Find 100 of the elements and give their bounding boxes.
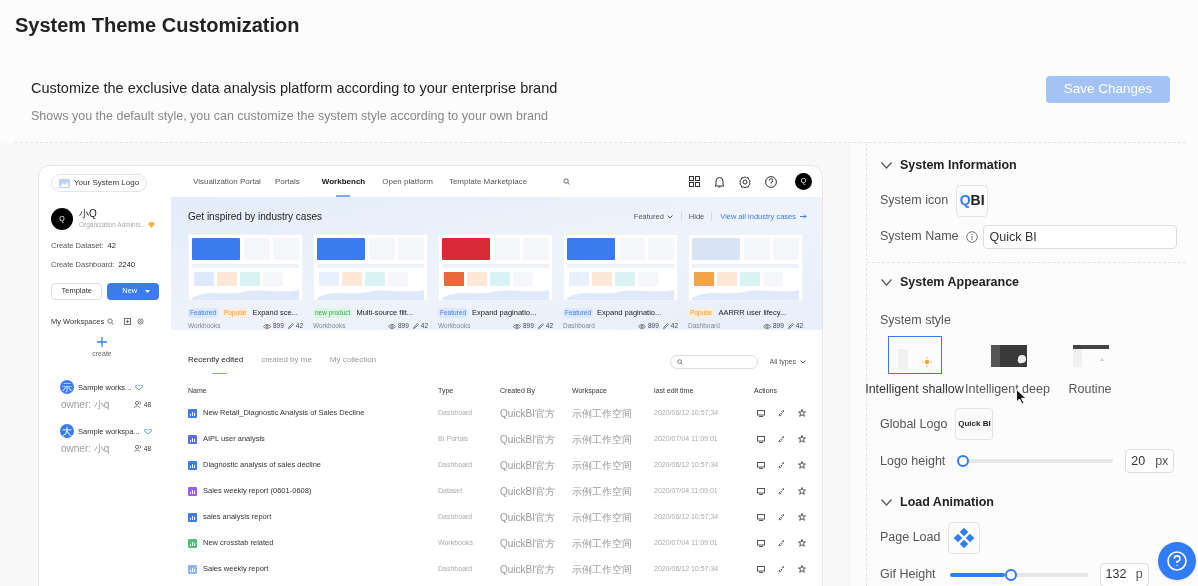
link-icon[interactable] xyxy=(778,409,785,417)
user-name: 小Q xyxy=(79,208,98,221)
pencil-icon xyxy=(412,323,419,330)
monitor-icon[interactable] xyxy=(757,461,765,469)
nav-tab[interactable]: Portals xyxy=(274,166,300,197)
star-icon[interactable] xyxy=(798,513,806,521)
logo-preview[interactable]: Quick BI xyxy=(955,408,994,440)
monitor-icon[interactable] xyxy=(757,435,765,443)
monitor-icon[interactable] xyxy=(757,565,765,573)
link-icon[interactable] xyxy=(778,461,785,469)
eye-icon xyxy=(512,323,521,329)
table-cell-text: QuickBI官方 xyxy=(500,432,556,447)
field-label: System style xyxy=(880,312,951,327)
chevron-down-icon[interactable] xyxy=(881,498,892,506)
pencil-icon xyxy=(787,323,794,330)
monitor-icon[interactable] xyxy=(757,487,765,495)
search-icon[interactable] xyxy=(563,178,571,185)
search-icon[interactable] xyxy=(107,317,115,325)
badge-icon xyxy=(147,222,155,228)
style-label[interactable]: Routine xyxy=(1068,380,1112,399)
star-icon[interactable] xyxy=(798,435,806,443)
slider[interactable] xyxy=(957,455,1114,467)
star-icon[interactable] xyxy=(798,539,806,547)
banner-title: Get inspired by industry cases xyxy=(188,210,322,224)
field-label: Global Logo xyxy=(880,415,948,433)
star-icon[interactable] xyxy=(798,565,806,573)
style-label[interactable]: Intelligent deep xyxy=(965,380,1050,399)
pencil-icon xyxy=(287,323,294,330)
field-label: System icon xyxy=(880,192,949,210)
system-icon-preview[interactable]: QBI xyxy=(956,184,989,217)
description: Shows you the default style, you can customize the system style according to your own brand xyxy=(31,107,548,125)
help-icon xyxy=(1167,551,1187,571)
eye-icon xyxy=(637,323,646,329)
help-button[interactable] xyxy=(1158,542,1196,580)
table-cell-text: 示例工作空间 xyxy=(572,458,633,473)
caret-icon xyxy=(145,289,151,293)
chevron-down-icon xyxy=(800,360,806,364)
arrow-right-icon xyxy=(800,214,807,219)
slider[interactable] xyxy=(949,568,1088,581)
section-title[interactable]: System Appearance xyxy=(900,272,1020,292)
field-label: Page Load xyxy=(880,529,941,547)
eye-icon xyxy=(387,323,396,329)
subtitle: Customize the exclusive data analysis platform according to your enterprise brand xyxy=(31,79,558,98)
link-icon[interactable] xyxy=(778,539,785,547)
pencil-icon xyxy=(537,323,544,330)
section-title[interactable]: Load Animation xyxy=(900,493,994,512)
link-icon[interactable] xyxy=(778,513,785,521)
table-cell-text: QuickBI官方 xyxy=(500,536,556,551)
loader-icon xyxy=(954,527,975,548)
link-icon[interactable] xyxy=(778,435,785,443)
workspace-avatar: 大 xyxy=(60,424,74,439)
monitor-icon[interactable] xyxy=(757,539,765,547)
star-icon[interactable] xyxy=(798,487,806,495)
help-icon[interactable] xyxy=(765,175,777,188)
monitor-icon[interactable] xyxy=(757,513,765,521)
section-title[interactable]: System Information xyxy=(900,156,1017,175)
grid-icon[interactable] xyxy=(689,176,700,187)
style-label[interactable]: Intelligent shallow xyxy=(865,380,964,399)
settings-icon[interactable] xyxy=(739,175,751,188)
table-cell-text: 示例工作空间 xyxy=(572,484,633,499)
bell-icon[interactable] xyxy=(714,175,725,188)
star-icon[interactable] xyxy=(798,409,806,417)
plus-icon xyxy=(97,336,107,347)
nav-tab[interactable]: Visualization Portal xyxy=(193,166,261,197)
slider-thumb[interactable] xyxy=(957,455,970,467)
star-icon[interactable] xyxy=(798,461,806,469)
info-icon[interactable] xyxy=(965,230,978,243)
members-icon xyxy=(133,401,142,409)
number-input[interactable]: 132 p xyxy=(1099,562,1149,586)
slider-thumb[interactable] xyxy=(1004,568,1017,581)
eye-icon xyxy=(262,323,271,329)
link-icon[interactable] xyxy=(778,487,785,495)
image-icon xyxy=(59,178,70,188)
table-cell-text: 示例工作空间 xyxy=(572,432,633,447)
table-cell-text: QuickBI官方 xyxy=(500,484,556,499)
page-title: System Theme Customization xyxy=(15,13,300,38)
table-cell-text: QuickBI官方 xyxy=(500,510,556,525)
link-icon[interactable] xyxy=(778,565,785,573)
name-input[interactable]: Quick BI xyxy=(982,224,1177,249)
nav-tab[interactable]: Open platform xyxy=(382,166,433,197)
field-label: Gif Height xyxy=(880,566,936,584)
diamond-icon xyxy=(143,428,152,434)
members-icon xyxy=(133,445,142,453)
nav-tab[interactable]: Template Marketplace xyxy=(448,166,528,197)
workspace-avatar: 示 xyxy=(60,380,74,395)
chevron-down-icon[interactable] xyxy=(881,161,892,169)
nav-tab[interactable]: Workbench xyxy=(321,166,366,197)
diamond-icon xyxy=(135,384,144,390)
workspace-owner: owner: 小q xyxy=(61,398,111,413)
add-icon[interactable] xyxy=(124,317,132,325)
field-label: Logo height xyxy=(880,452,946,470)
chevron-down-icon[interactable] xyxy=(881,278,892,286)
table-cell-text: QuickBI官方 xyxy=(500,458,556,473)
monitor-icon[interactable] xyxy=(757,409,765,417)
table-cell-text: QuickBI官方 xyxy=(500,406,556,421)
table-cell-text: 示例工作空间 xyxy=(572,510,633,525)
eye-icon xyxy=(762,323,771,329)
table-cell-text: 示例工作空间 xyxy=(572,406,633,421)
number-input[interactable]: 20 px xyxy=(1125,449,1175,473)
table-cell-text: QuickBI官方 xyxy=(500,562,556,577)
